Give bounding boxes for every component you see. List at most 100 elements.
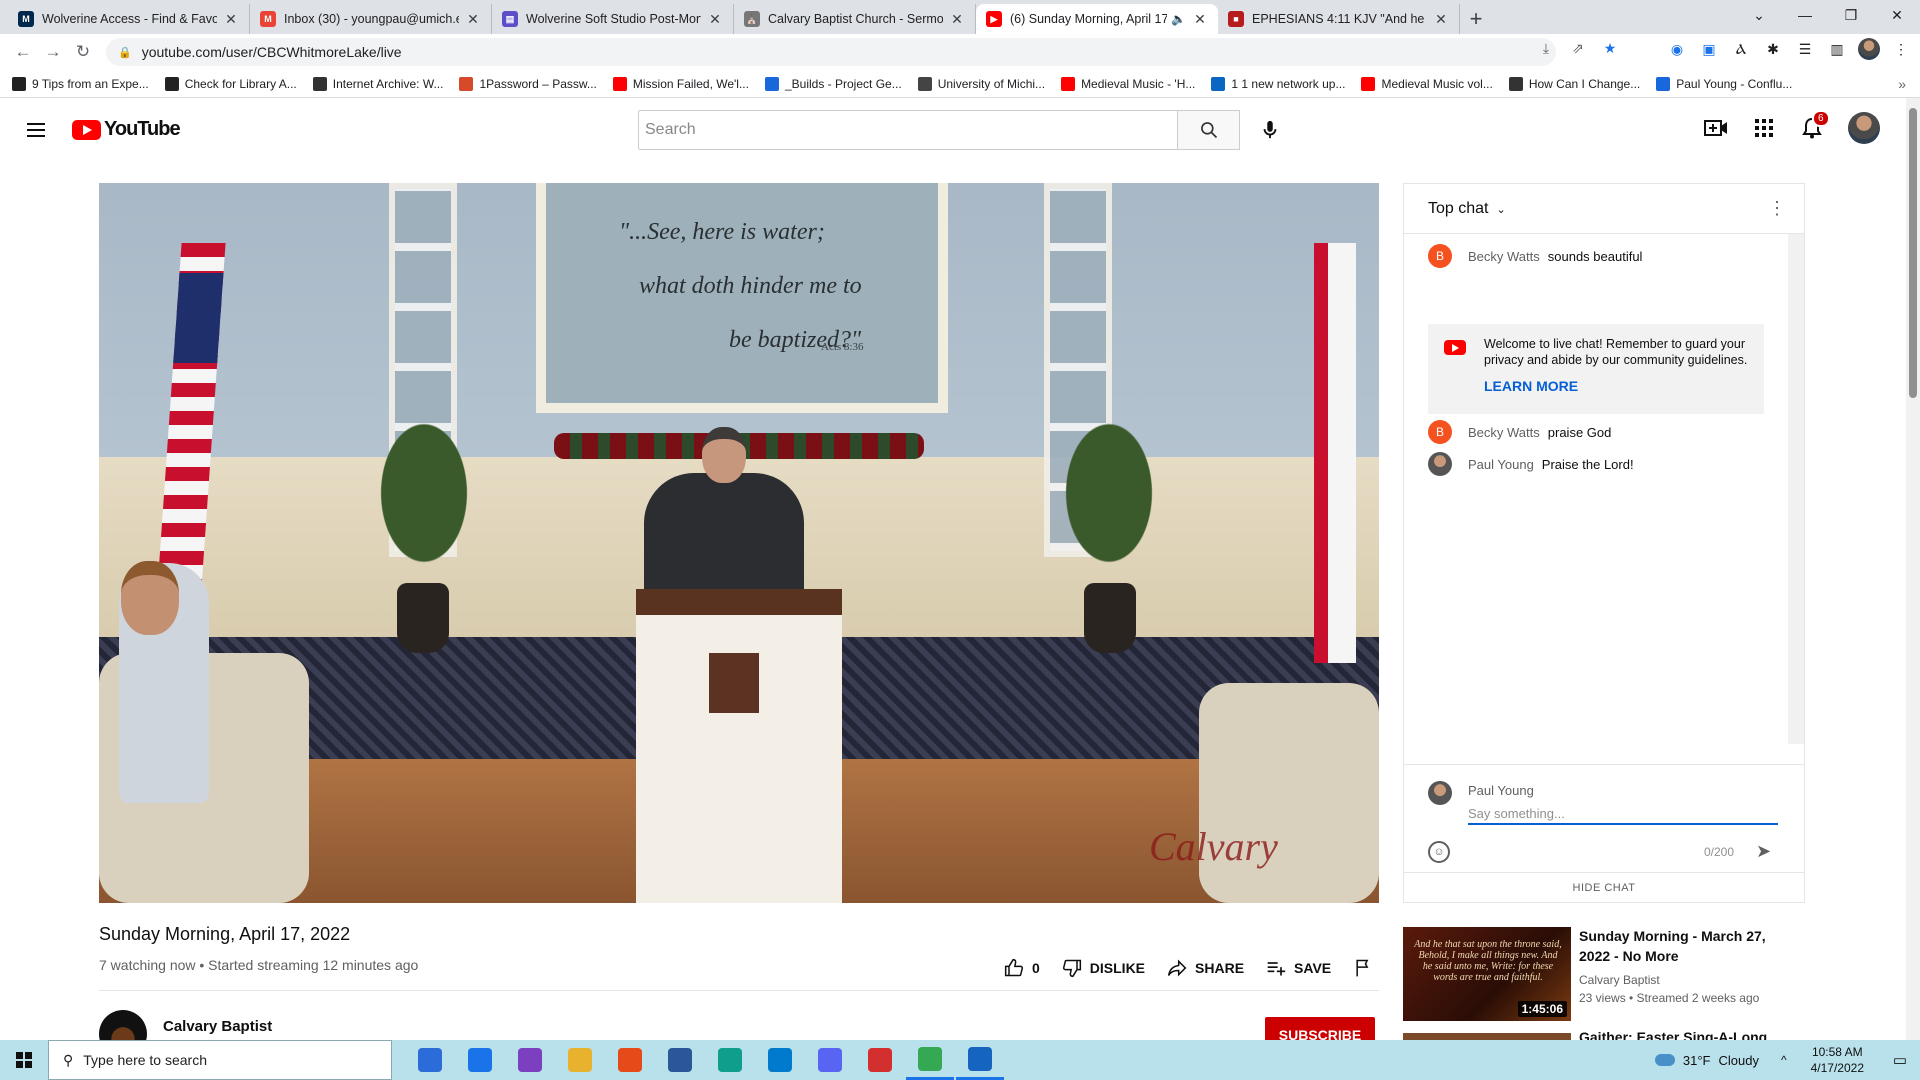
bookmark-item[interactable]: Internet Archive: W... (312, 76, 443, 91)
save-button[interactable]: SAVE (1266, 958, 1331, 978)
tab-close-icon[interactable]: ✕ (1433, 11, 1449, 28)
bookmark-item[interactable]: Mission Failed, We'l... (612, 76, 749, 91)
taskbar-app-office[interactable] (606, 1040, 654, 1080)
page-scrollbar-thumb[interactable] (1909, 108, 1917, 398)
browser-tab[interactable]: ■ EPHESIANS 4:11 KJV "And he ga ✕ (1218, 4, 1460, 34)
related-video-thumbnail[interactable]: And he that sat upon the throne said, Be… (1403, 927, 1571, 1021)
emoji-icon[interactable]: ☺ (1428, 841, 1450, 863)
bookmark-star-icon[interactable]: ★ (1600, 38, 1620, 58)
share-button[interactable]: SHARE (1167, 958, 1244, 978)
tab-search-icon[interactable]: ⌄ (1736, 0, 1782, 30)
report-button[interactable] (1353, 958, 1373, 978)
bookmarks-overflow-icon[interactable]: » (1898, 76, 1906, 92)
bookmark-item[interactable]: University of Michi... (917, 76, 1045, 91)
lock-icon[interactable]: 🔒 (118, 46, 132, 59)
bookmark-item[interactable]: How Can I Change... (1508, 76, 1640, 91)
chat-author-avatar[interactable] (1428, 452, 1452, 476)
action-center-icon[interactable]: ▭ (1880, 1051, 1920, 1069)
bookmark-item[interactable]: Paul Young - Conflu... (1656, 76, 1792, 91)
account-avatar[interactable] (1848, 112, 1880, 144)
browser-tab[interactable]: ▶ (6) Sunday Morning, April 17 🔈 ✕ (976, 4, 1218, 34)
related-video-channel[interactable]: Calvary Baptist (1579, 973, 1660, 987)
bookmark-item[interactable]: 9 Tips from an Expe... (12, 76, 149, 91)
taskbar-app-edge[interactable] (706, 1040, 754, 1080)
browser-tab[interactable]: ▤ Wolverine Soft Studio Post-Mort ✕ (492, 4, 734, 34)
bookmark-item[interactable]: 1 1 new network up... (1211, 76, 1345, 91)
bookmark-item[interactable]: _Builds - Project Ge... (764, 76, 902, 91)
bookmark-item[interactable]: Medieval Music - 'H... (1061, 76, 1195, 91)
taskbar-search[interactable]: ⚲ Type here to search (48, 1040, 392, 1080)
address-bar[interactable]: 🔒 youtube.com/user/CBCWhitmoreLake/live (106, 38, 1556, 66)
voice-search-button[interactable] (1250, 110, 1290, 150)
taskbar-app-vscode[interactable] (756, 1040, 804, 1080)
browser-menu-icon[interactable]: ⋮ (1890, 38, 1912, 60)
share-icon[interactable]: ⇗ (1568, 38, 1588, 58)
tray-overflow-icon[interactable]: ^ (1781, 1053, 1787, 1067)
chat-scrollbar[interactable] (1788, 234, 1804, 744)
side-panel-icon[interactable]: ▥ (1826, 38, 1848, 60)
minimize-button[interactable]: — (1782, 0, 1828, 30)
bookmark-item[interactable]: 1Password – Passw... (459, 76, 597, 91)
taskbar-app-discord[interactable] (806, 1040, 854, 1080)
tab-close-icon[interactable]: ✕ (949, 11, 965, 28)
dislike-button[interactable]: DISLIKE (1062, 958, 1145, 978)
chat-mode-selector[interactable]: Top chat ⌄ (1428, 200, 1506, 218)
taskbar-app-chrome[interactable] (906, 1040, 954, 1080)
new-tab-button[interactable]: + (1460, 4, 1492, 34)
install-icon[interactable]: ⤓ (1536, 38, 1556, 58)
close-window-button[interactable]: ✕ (1874, 0, 1920, 30)
taskbar-app-photos[interactable] (956, 1040, 1004, 1080)
video-player[interactable]: "...See, here is water; what doth hinder… (99, 183, 1379, 903)
tab-close-icon[interactable]: ✕ (223, 11, 239, 28)
start-button[interactable] (0, 1040, 48, 1080)
taskbar-app-app-red[interactable] (856, 1040, 904, 1080)
tab-close-icon[interactable]: ✕ (707, 11, 723, 28)
apps-grid-button[interactable] (1752, 116, 1776, 140)
hide-chat-button[interactable]: HIDE CHAT (1404, 872, 1804, 902)
taskbar-app-file-explorer[interactable] (556, 1040, 604, 1080)
like-button[interactable]: 0 (1004, 958, 1040, 978)
browser-tab[interactable]: ⛪ Calvary Baptist Church - Sermons ✕ (734, 4, 976, 34)
weather-widget[interactable]: 31°F Cloudy (1654, 1053, 1759, 1068)
send-icon[interactable]: ➤ (1756, 841, 1771, 862)
tab-close-icon[interactable]: ✕ (465, 11, 481, 28)
tab-audio-icon[interactable]: 🔈 (1171, 12, 1186, 26)
taskbar-app-word[interactable] (656, 1040, 704, 1080)
forward-button[interactable]: → (38, 37, 68, 67)
search-input[interactable] (645, 121, 1177, 139)
chat-author-name[interactable]: Becky Watts (1468, 249, 1540, 264)
profile-avatar[interactable] (1858, 38, 1880, 60)
bookmark-item[interactable]: Medieval Music vol... (1361, 76, 1493, 91)
taskbar-app-mail[interactable] (456, 1040, 504, 1080)
extension-2-icon[interactable]: ▣ (1698, 38, 1720, 60)
youtube-logo[interactable]: YouTube (72, 118, 181, 141)
page-scrollbar[interactable] (1906, 98, 1920, 1048)
chat-more-options-icon[interactable]: ⋮ (1768, 198, 1786, 219)
reading-list-icon[interactable]: ☰ (1794, 38, 1816, 60)
taskbar-app-podcasts[interactable] (506, 1040, 554, 1080)
create-video-button[interactable] (1704, 116, 1728, 140)
browser-tab[interactable]: M Inbox (30) - youngpau@umich.e ✕ (250, 4, 492, 34)
restore-button[interactable]: ❐ (1828, 0, 1874, 30)
channel-name[interactable]: Calvary Baptist (163, 1018, 272, 1035)
chat-author-name[interactable]: Becky Watts (1468, 425, 1540, 440)
extension-3-icon[interactable]: Ⲁ (1730, 38, 1752, 60)
chat-author-name[interactable]: Paul Young (1468, 457, 1534, 472)
taskbar-app-store[interactable] (406, 1040, 454, 1080)
search-button[interactable] (1178, 110, 1240, 150)
taskbar-clock[interactable]: 10:58 AM 4/17/2022 (1811, 1044, 1864, 1076)
browser-tab[interactable]: M Wolverine Access - Find & Favori ✕ (8, 4, 250, 34)
reload-button[interactable]: ↻ (68, 37, 98, 67)
tab-close-icon[interactable]: ✕ (1192, 11, 1208, 28)
bookmark-item[interactable]: Check for Library A... (164, 76, 297, 91)
extension-1-icon[interactable]: ◉ (1666, 38, 1688, 60)
notifications-button[interactable]: 6 (1800, 110, 1830, 140)
menu-icon[interactable] (24, 118, 48, 142)
learn-more-link[interactable]: LEARN MORE (1484, 378, 1748, 394)
related-video-title[interactable]: Sunday Morning - March 27, 2022 - No Mor… (1579, 926, 1789, 966)
back-button[interactable]: ← (8, 37, 38, 67)
chat-author-avatar[interactable]: B (1428, 244, 1452, 268)
chat-message-input[interactable] (1468, 803, 1778, 825)
chat-author-avatar[interactable]: B (1428, 420, 1452, 444)
extensions-puzzle-icon[interactable]: ✱ (1762, 38, 1784, 60)
